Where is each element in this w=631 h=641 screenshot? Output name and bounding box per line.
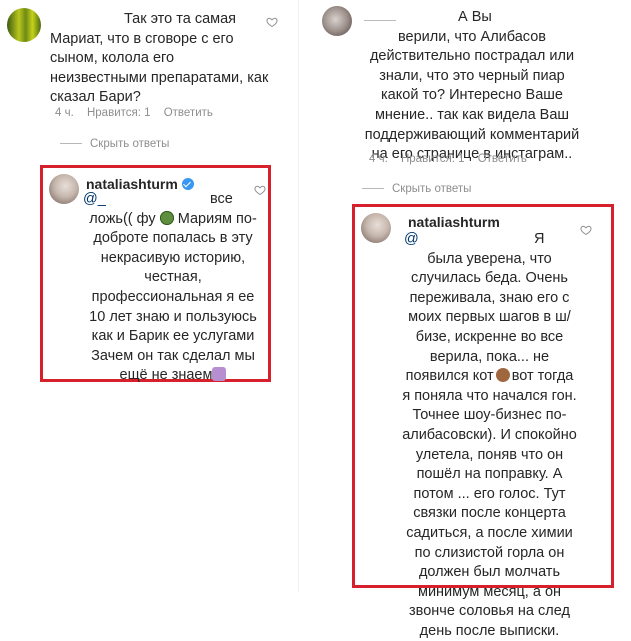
hide-line [60,143,82,145]
angry-face-emoji-icon [159,210,174,225]
username-link[interactable]: nataliashturm [408,214,500,230]
avatar-left-commenter[interactable] [7,8,41,42]
mention-link[interactable]: @ [404,230,419,250]
hide-replies-button[interactable]: Скрыть ответы [60,138,169,150]
mention-link[interactable]: @_ [83,190,106,210]
hide-replies-button[interactable]: Скрыть ответы [362,183,471,195]
comment-time: 4 ч. [55,107,74,119]
avatar-nataliashturm[interactable] [361,213,391,243]
likes-count[interactable]: Нравится: 1 [401,153,465,165]
avatar-right-commenter[interactable] [322,6,352,36]
heart-icon[interactable] [266,16,278,28]
left-comment-text: Так это та самая Мариат, что в сговоре с… [50,11,269,106]
left-reply-text: @_ все ложь(( фу Мариям по- доброте попа… [83,190,257,384]
verified-badge-icon [181,177,194,190]
right-comment-meta: 4 ч. Нравится: 1 Ответить [369,153,537,165]
heart-icon[interactable] [580,224,592,236]
panel-divider [298,0,299,592]
reply-button[interactable]: Ответить [164,107,213,119]
comment-time: 4 ч. [369,153,388,165]
likes-count[interactable]: Нравится: 1 [87,107,151,119]
avatar-nataliashturm[interactable] [49,174,79,204]
reply-button[interactable]: Ответить [478,153,527,165]
shrug-emoji-icon [212,367,227,382]
right-reply-text: @ Я была уверена, что случилась беда. Оч… [402,230,577,639]
left-comment-meta: 4 ч. Нравится: 1 Ответить [55,107,223,119]
hide-line [362,188,384,190]
see-no-evil-monkey-emoji-icon [495,368,510,383]
right-comment-text: А Вы верили, что Алибасов действительно … [364,9,580,163]
